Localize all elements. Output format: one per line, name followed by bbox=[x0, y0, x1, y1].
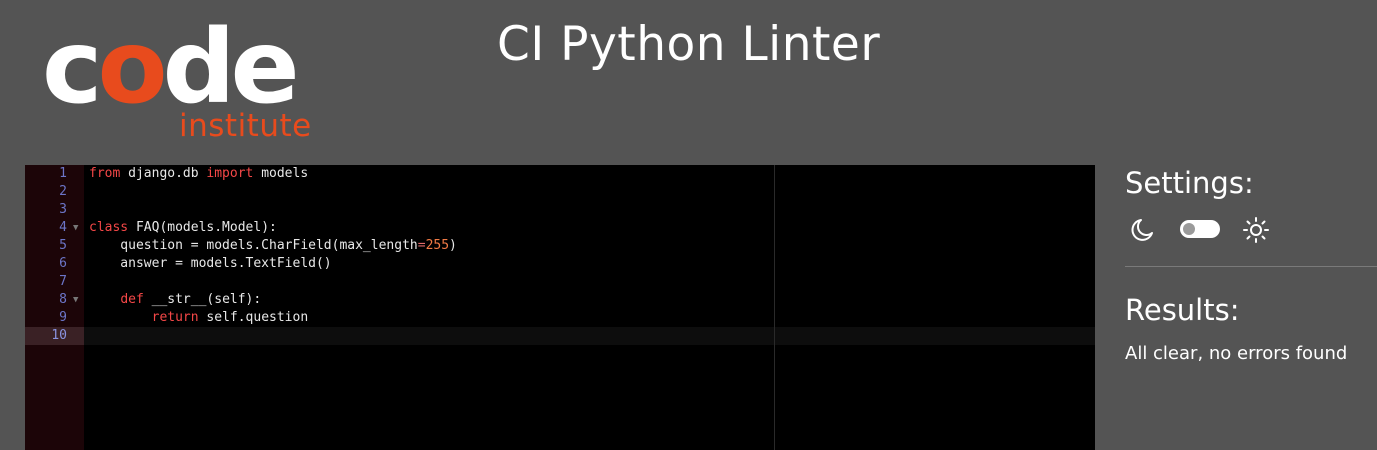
line-number: 4 ▼ bbox=[59, 219, 79, 237]
code-line: answer = models.TextField() bbox=[89, 256, 332, 271]
sidebar-divider bbox=[1125, 266, 1377, 267]
results-heading: Results: bbox=[1125, 293, 1240, 327]
page-title: CI Python Linter bbox=[497, 17, 881, 72]
line-number: 1 bbox=[59, 166, 67, 181]
code-line: from django.db import models bbox=[89, 166, 309, 181]
fold-toggle-icon[interactable]: ▼ bbox=[73, 219, 78, 237]
print-margin bbox=[774, 165, 775, 450]
code-line: class FAQ(models.Model): bbox=[89, 220, 277, 235]
code-line bbox=[84, 327, 1095, 345]
code-line: return self.question bbox=[151, 310, 309, 325]
sun-icon[interactable] bbox=[1242, 216, 1270, 244]
fold-toggle-icon[interactable]: ▼ bbox=[73, 291, 78, 309]
line-number: 9 bbox=[59, 310, 67, 325]
line-number: 6 bbox=[59, 256, 67, 271]
code-editor[interactable]: 1 2 3 4 ▼ 5 6 7 8 ▼ 9 10 from django.db import mode… bbox=[25, 165, 1095, 450]
code-institute-logo: code institute bbox=[42, 14, 332, 144]
results-message: All clear, no errors found bbox=[1125, 343, 1348, 364]
line-number: 8 ▼ bbox=[59, 291, 79, 309]
line-number: 3 bbox=[59, 202, 67, 217]
line-number: 7 bbox=[59, 274, 67, 289]
code-line: def __str__(self): bbox=[120, 292, 262, 307]
theme-switcher bbox=[1128, 214, 1278, 244]
line-number: 10 bbox=[25, 327, 84, 345]
theme-toggle[interactable] bbox=[1180, 220, 1220, 238]
line-number: 5 bbox=[59, 238, 67, 253]
moon-icon[interactable] bbox=[1128, 216, 1156, 244]
line-number-gutter: 1 2 3 4 ▼ 5 6 7 8 ▼ 9 10 bbox=[25, 165, 84, 450]
code-line: question = models.CharField(max_length=2… bbox=[89, 238, 457, 253]
line-number: 2 bbox=[59, 184, 67, 199]
logo-word: code bbox=[42, 8, 300, 127]
settings-heading: Settings: bbox=[1125, 166, 1254, 200]
logo-subtitle: institute bbox=[179, 108, 312, 144]
code-text-area[interactable]: from django.db import models class FAQ(mo… bbox=[84, 165, 1095, 450]
toggle-knob bbox=[1183, 223, 1195, 235]
